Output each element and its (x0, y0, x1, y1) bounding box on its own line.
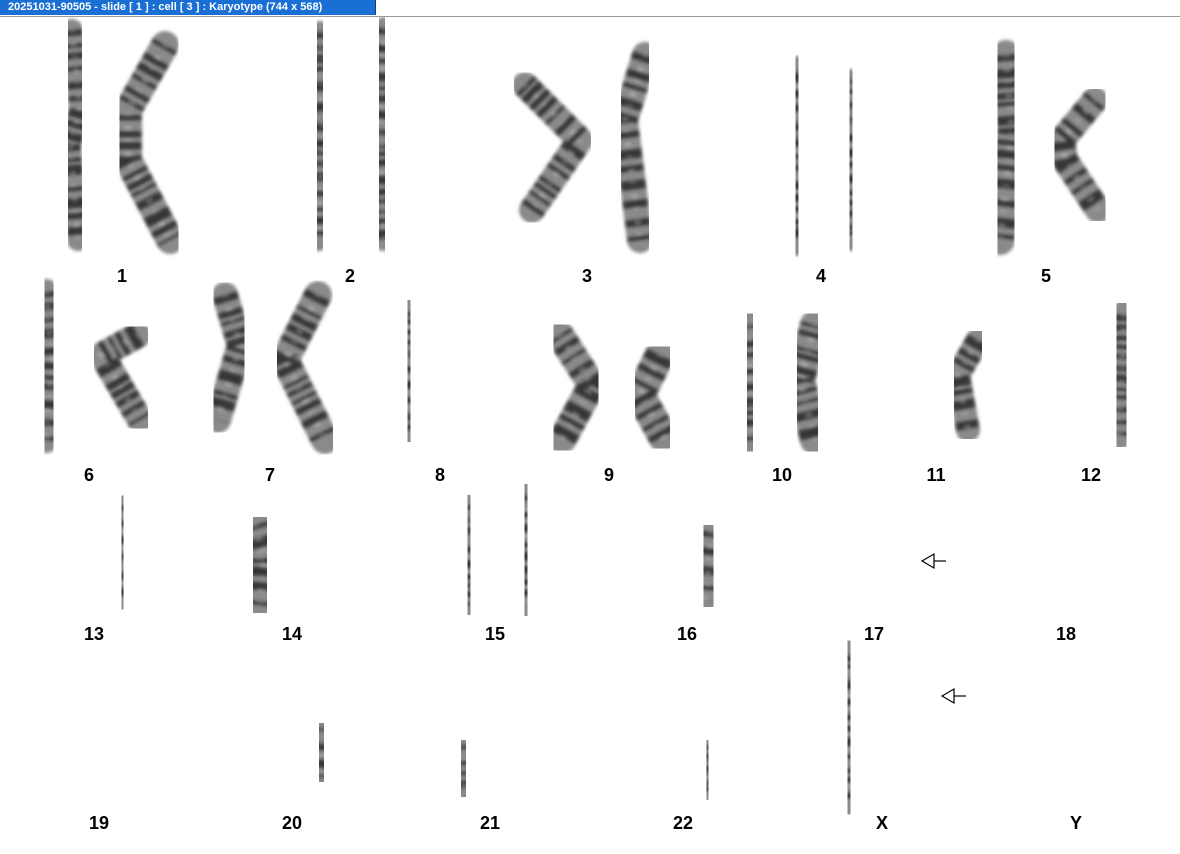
chromosome-label-18: 18 (1055, 624, 1077, 644)
chromosome-label-12: 12 (1080, 465, 1102, 485)
karyotype-canvas (33, 17, 1140, 817)
chromosome-pair-18 (1022, 504, 1109, 616)
chromosome-label-17: 17 (863, 624, 885, 644)
chromosome-label-14: 14 (281, 624, 303, 644)
chromosome-pair-21 (447, 725, 535, 807)
chromosome-pair-20 (251, 698, 336, 810)
chromosome-label-19: 19 (88, 813, 110, 833)
chromosome-label-10: 10 (771, 465, 793, 485)
window-title[interactable]: 20251031-90505 - slide [ 1 ] : cell [ 3 … (0, 0, 376, 15)
chromosome-pair-22 (651, 727, 720, 808)
chromosome-label-6: 6 (83, 465, 95, 485)
chromosome-label-11: 11 (926, 465, 946, 485)
chromosome-label-15: 15 (484, 624, 506, 644)
chromosome-pair-11 (893, 310, 990, 452)
chromosome-pair-19 (58, 716, 137, 804)
chromosome-label-3: 3 (581, 266, 593, 286)
chromosome-label-1: 1 (116, 266, 128, 286)
chromosome-pair-3 (512, 42, 658, 253)
chromosome-label-4: 4 (815, 266, 827, 286)
window-title-bar: 20251031-90505 - slide [ 1 ] : cell [ 3 … (0, 0, 1180, 17)
chromosome-label-22: 22 (672, 813, 694, 833)
chromosome-label-5: 5 (1040, 266, 1052, 286)
marker-arrow-icon (920, 552, 946, 570)
chromosome-label-X: X (875, 813, 889, 833)
chromosome-pair-14 (238, 485, 340, 622)
chromosome-label-21: 21 (479, 813, 501, 833)
chromosome-pair-7 (205, 281, 339, 454)
chromosome-label-16: 16 (676, 624, 698, 644)
chromosome-3-2 (612, 42, 658, 253)
chromosome-pair-9 (546, 321, 680, 455)
chromosome-label-Y: Y (1069, 813, 1083, 833)
chromosome-label-2: 2 (344, 266, 356, 286)
chromosome-pair-5 (985, 40, 1111, 255)
chromosome-pair-17 (833, 487, 918, 626)
chromosome-label-7: 7 (264, 465, 276, 485)
chromosome-pair-2 (307, 17, 395, 251)
chromosome-label-8: 8 (434, 465, 446, 485)
chromosome-pair-15 (452, 481, 541, 621)
chromosome-pair-10 (733, 310, 830, 455)
chromosome-label-20: 20 (281, 813, 303, 833)
chromosome-label-13: 13 (83, 624, 105, 644)
chromosome-pair-X (831, 638, 932, 817)
chromosome-pair-8 (392, 283, 487, 457)
chromosome-label-9: 9 (603, 465, 615, 485)
chromosome-pair-13 (57, 492, 136, 613)
marker-arrow-icon (940, 687, 966, 705)
chromosome-pair-6 (33, 279, 153, 453)
chromosome-pair-12 (1045, 295, 1140, 455)
chromosome-pair-1 (59, 19, 184, 254)
chromosome-pair-4 (780, 56, 863, 256)
chromosome-pair-16 (647, 517, 726, 614)
